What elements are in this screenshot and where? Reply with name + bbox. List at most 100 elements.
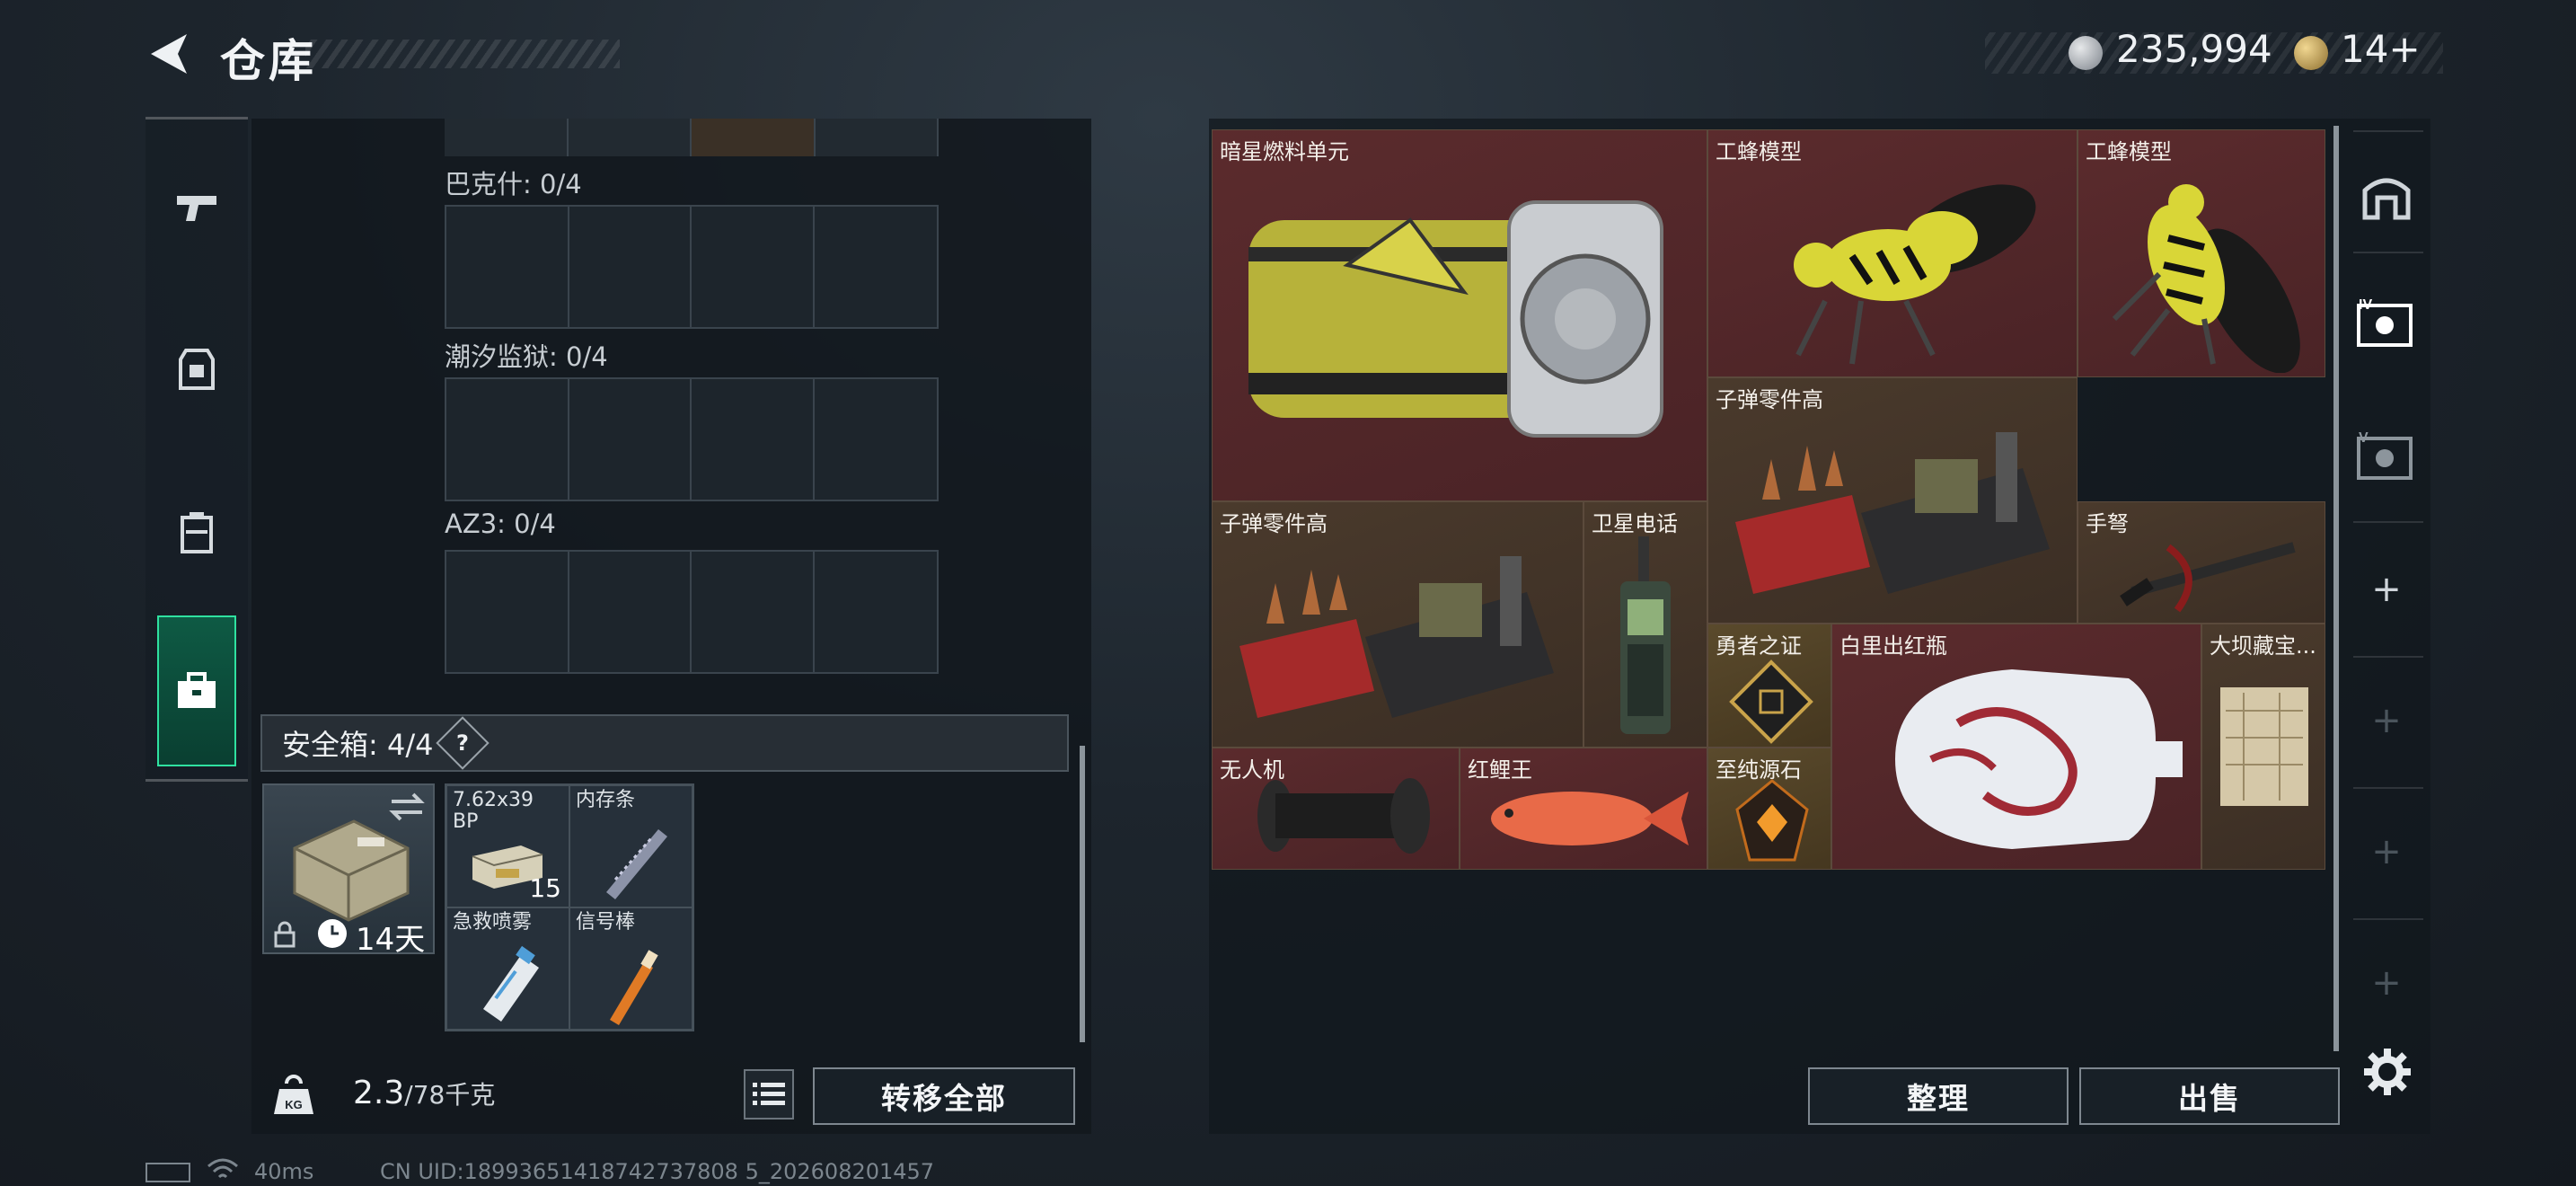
- safe-item-ammo[interactable]: 7.62x39 BP 15: [446, 785, 569, 907]
- lock-icon: [274, 921, 296, 948]
- item-drone[interactable]: 无人机: [1212, 748, 1460, 870]
- svg-text:KG: KG: [285, 1098, 303, 1111]
- collection-label-az3: AZ3: 0/4: [445, 509, 556, 539]
- map-icon: [2220, 687, 2308, 806]
- item-worker-bee-model-1[interactable]: 工蜂模型: [1707, 129, 2078, 377]
- item-label: 红鲤王: [1468, 757, 1532, 783]
- item-hand-crossbow[interactable]: 手弩: [2078, 501, 2325, 624]
- bee-model-icon: [1794, 184, 2036, 365]
- list-view-button[interactable]: [744, 1069, 794, 1120]
- right-scrollbar[interactable]: [2333, 126, 2339, 1051]
- swap-icon[interactable]: [388, 791, 426, 823]
- safe-item-label: 信号棒: [576, 911, 636, 934]
- crystal-icon: [1735, 779, 1809, 862]
- title-decoration: [305, 40, 620, 68]
- silver-currency-value: 235,994: [2116, 27, 2272, 71]
- sort-button[interactable]: 整理: [1808, 1067, 2069, 1125]
- armor-tab[interactable]: [157, 329, 236, 408]
- back-icon[interactable]: [144, 27, 198, 81]
- item-label: 子弹零件高: [1220, 511, 1328, 536]
- page-title: 仓库: [220, 35, 317, 87]
- item-label: 手弩: [2086, 511, 2129, 536]
- item-bullet-parts-high-2[interactable]: 子弹零件高: [1212, 501, 1584, 748]
- weight-icon: KG: [260, 1063, 327, 1129]
- item-hero-proof[interactable]: 勇者之证: [1707, 624, 1831, 748]
- collection-slots-tide-prison[interactable]: [445, 377, 939, 501]
- add-storage-icon: +: [2371, 962, 2402, 1004]
- left-scrollbar[interactable]: [1080, 746, 1085, 1042]
- safe-item-first-aid-spray[interactable]: 急救喷雾: [446, 907, 569, 1030]
- add-storage-icon: +: [2371, 700, 2402, 741]
- item-worker-bee-model-2[interactable]: 工蜂模型: [2078, 129, 2325, 377]
- satellite-phone-icon: [1620, 536, 1671, 734]
- bullet-parts-icon: [1735, 432, 2050, 594]
- vase-icon: [1895, 669, 2183, 849]
- sell-button[interactable]: 出售: [2079, 1067, 2340, 1125]
- item-label: 大坝藏宝...: [2210, 633, 2316, 659]
- safe-box-tab[interactable]: [157, 615, 236, 766]
- collection-label-tide-prison: 潮汐监狱: 0/4: [445, 341, 608, 372]
- safe-box-count: 安全箱: 4/4: [282, 728, 434, 762]
- weight-display: 2.3/78千克: [353, 1075, 495, 1111]
- item-bullet-parts-high-1[interactable]: 子弹零件高: [1707, 377, 2078, 624]
- pistol-icon: [177, 196, 216, 221]
- safe-item-flare[interactable]: 信号棒: [569, 907, 693, 1030]
- safe-box-grid: 7.62x39 BP 15 内存条 急救喷雾 信号棒: [445, 783, 694, 1031]
- uid-text: CN UID:18993651418742737808 5_2026082014…: [380, 1159, 935, 1184]
- backpack-tab[interactable]: [157, 492, 236, 571]
- storage-room-icon[interactable]: [2360, 171, 2413, 221]
- safe-case-duration: 14天: [356, 922, 426, 958]
- add-storage-icon[interactable]: +: [2369, 571, 2404, 607]
- item-label: 至纯源石: [1716, 757, 1802, 783]
- storage-page-4-icon[interactable]: IV: [2355, 296, 2418, 350]
- safe-box-header: 安全箱: 4/4 ?: [260, 714, 1069, 772]
- gear-icon[interactable]: [2362, 1047, 2413, 1097]
- partial-slot-row: [445, 119, 939, 156]
- transfer-all-button[interactable]: 转移全部: [813, 1067, 1075, 1125]
- clock-icon: [318, 919, 347, 948]
- bullet-parts-icon: [1239, 556, 1554, 718]
- safe-item-qty: 15: [529, 873, 561, 903]
- item-label: 无人机: [1220, 757, 1284, 783]
- ping-text: 40ms: [254, 1159, 314, 1184]
- item-red-vase[interactable]: 白里出红瓶: [1831, 624, 2201, 870]
- storage-page-5-icon[interactable]: V: [2355, 429, 2418, 483]
- item-dam-treasure-map[interactable]: 大坝藏宝...: [2201, 624, 2325, 870]
- weapon-tab[interactable]: [157, 167, 236, 246]
- svg-text:V: V: [2359, 430, 2369, 446]
- svg-text:IV: IV: [2359, 297, 2372, 313]
- battery-icon: [146, 1159, 201, 1184]
- item-red-carp-king[interactable]: 红鲤王: [1460, 748, 1707, 870]
- list-icon: [753, 1083, 785, 1105]
- item-label: 暗星燃料单元: [1220, 139, 1349, 164]
- silver-coin-icon: [2069, 36, 2103, 70]
- collection-slots-bakesh[interactable]: [445, 205, 939, 329]
- item-label: 工蜂模型: [1716, 139, 1802, 164]
- collection-slots-az3[interactable]: [445, 550, 939, 674]
- item-satellite-phone[interactable]: 卫星电话: [1584, 501, 1707, 748]
- help-icon[interactable]: ?: [436, 716, 490, 770]
- crossbow-icon: [2120, 542, 2296, 613]
- safe-item-memory[interactable]: 内存条: [569, 785, 693, 907]
- memory-stick-icon: [606, 829, 667, 899]
- backpack-icon: [181, 512, 213, 553]
- briefcase-icon: [178, 672, 216, 708]
- add-storage-icon: +: [2371, 831, 2402, 872]
- safe-item-label: 内存条: [576, 789, 636, 811]
- item-label: 白里出红瓶: [1839, 633, 1947, 659]
- item-label: 勇者之证: [1716, 633, 1802, 659]
- safe-item-label: 7.62x39 BP: [453, 789, 534, 833]
- item-label: 子弹零件高: [1716, 387, 1823, 412]
- gold-currency-value[interactable]: 14+: [2341, 27, 2421, 71]
- armor-icon: [179, 349, 215, 390]
- item-pure-origin-stone[interactable]: 至纯源石: [1707, 748, 1831, 870]
- weight-max: /78千克: [404, 1080, 496, 1110]
- safe-item-label: 急救喷雾: [453, 911, 533, 934]
- badge-icon: [1729, 659, 1813, 744]
- fuel-canister-icon: [1248, 200, 1663, 438]
- flare-stick-icon: [610, 950, 658, 1025]
- item-dark-star-fuel-cell[interactable]: 暗星燃料单元: [1212, 129, 1707, 501]
- bee-model-icon: [2112, 184, 2300, 373]
- kettlebell-icon: KG: [274, 1075, 313, 1114]
- item-label: 工蜂模型: [2086, 139, 2172, 164]
